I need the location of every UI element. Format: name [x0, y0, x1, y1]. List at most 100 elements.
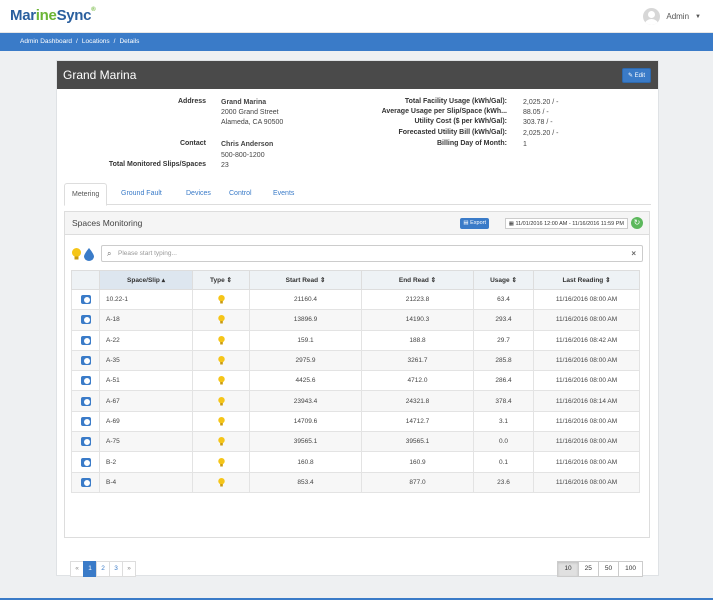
stat-value: 2,025.20 / - — [523, 130, 559, 137]
slips-value: 23 — [221, 162, 229, 169]
tab-ground-fault[interactable]: Ground Fault — [114, 183, 169, 205]
column-header-end-read[interactable]: End Read ⇕ — [361, 270, 474, 290]
end-read-cell: 14712.7 — [361, 410, 474, 433]
table-row[interactable]: A-69 14709.6 14712.7 3.1 11/16/2016 08:00 AM — [71, 410, 640, 433]
sort-icon: ⇕ — [319, 277, 326, 284]
usage-cell: 0.1 — [473, 451, 534, 473]
user-menu[interactable]: Admin ▼ — [643, 8, 701, 25]
prev-page-button[interactable]: « — [70, 561, 84, 577]
next-page-button[interactable]: » — [122, 561, 136, 577]
panel-title: Spaces Monitoring — [72, 218, 143, 228]
search-box: ⌕ × — [101, 245, 643, 262]
lightbulb-icon — [217, 376, 225, 385]
start-read-cell: 160.8 — [249, 451, 362, 473]
table-row[interactable]: A-67 23943.4 24321.8 378.4 11/16/2016 08:14 … — [71, 390, 640, 412]
user-name: Admin — [666, 12, 690, 21]
lightbulb-icon — [217, 295, 225, 304]
column-header-last-reading[interactable]: Last Reading ⇕ — [533, 270, 640, 290]
tab-metering[interactable]: Metering — [64, 183, 108, 206]
tab-devices[interactable]: Devices — [179, 183, 218, 205]
space-cell: A-18 — [99, 309, 193, 331]
export-button[interactable]: ▤ Export — [460, 218, 489, 229]
lightbulb-icon — [217, 356, 225, 365]
table-row[interactable]: 10.22-1 21160.4 21223.8 63.4 11/16/2016 08:0… — [71, 288, 640, 311]
address-line-3: Alameda, CA 90500 — [221, 119, 284, 126]
breadcrumb-admin-dashboard[interactable]: Admin Dashboard — [20, 38, 72, 45]
search-input[interactable] — [118, 248, 618, 259]
page-size-50[interactable]: 50 — [597, 561, 620, 577]
last-reading-cell: 11/16/2016 08:00 AM — [533, 288, 640, 311]
clear-icon[interactable]: × — [631, 249, 636, 258]
expand-row-icon[interactable] — [80, 335, 91, 345]
expand-column-header — [71, 270, 100, 290]
electric-filter-icon[interactable] — [71, 248, 82, 261]
page-size-100[interactable]: 100 — [618, 561, 643, 577]
page-button-3[interactable]: 3 — [109, 561, 123, 577]
start-read-cell: 23943.4 — [249, 390, 362, 412]
page-size-25[interactable]: 25 — [577, 561, 599, 577]
column-header-usage[interactable]: Usage ⇕ — [473, 270, 534, 290]
top-navbar: MarineSync® Admin ▼ — [0, 0, 713, 33]
sort-icon: ⇕ — [511, 277, 517, 284]
expand-row-icon[interactable] — [80, 396, 91, 406]
address-line-2: 2000 Grand Street — [221, 109, 279, 116]
last-reading-cell: 11/16/2016 08:00 AM — [533, 309, 640, 331]
table-row[interactable]: B-4 853.4 877.0 23.6 11/16/2016 08:00 AM — [71, 471, 640, 493]
type-cell — [192, 431, 250, 453]
expand-row-icon[interactable] — [80, 437, 91, 447]
end-read-cell: 4712.0 — [361, 370, 474, 392]
column-header-start-read[interactable]: Start Read ⇕ — [249, 270, 362, 290]
table-row[interactable]: A-75 39565.1 39565.1 0.0 11/16/2016 08:00 AM — [71, 431, 640, 453]
table-row[interactable]: A-18 13896.9 14190.3 293.4 11/16/2016 08:00 … — [71, 309, 640, 331]
start-read-cell: 159.1 — [249, 329, 362, 351]
last-reading-cell: 11/16/2016 08:00 AM — [533, 370, 640, 392]
page-button-1[interactable]: 1 — [83, 561, 97, 577]
expand-cell — [71, 288, 100, 311]
space-cell: A-22 — [99, 329, 193, 351]
usage-cell: 63.4 — [473, 288, 534, 311]
lightbulb-icon — [217, 437, 225, 446]
expand-row-icon[interactable] — [80, 477, 91, 487]
table-row[interactable]: A-22 159.1 188.8 29.7 11/16/2016 08:42 AM — [71, 329, 640, 351]
column-header-space[interactable]: Space/Slip ▴ — [99, 270, 193, 290]
page-size-10[interactable]: 10 — [557, 561, 579, 577]
expand-cell — [71, 349, 100, 372]
last-reading-cell: 11/16/2016 08:00 AM — [533, 431, 640, 453]
table-row[interactable]: B-2 160.8 160.9 0.1 11/16/2016 08:00 AM — [71, 451, 640, 473]
marinesync-logo[interactable]: MarineSync® — [10, 7, 96, 24]
last-reading-cell: 11/16/2016 08:00 AM — [533, 471, 640, 493]
expand-row-icon[interactable] — [80, 376, 91, 386]
tab-control[interactable]: Control — [222, 183, 259, 205]
expand-row-icon[interactable] — [80, 356, 91, 366]
space-cell: 10.22-1 — [99, 288, 193, 311]
expand-row-icon[interactable] — [80, 315, 91, 325]
edit-button[interactable]: ✎ Edit — [621, 68, 651, 83]
avatar — [643, 8, 661, 25]
refresh-icon[interactable]: ↻ — [631, 217, 643, 229]
last-reading-cell: 11/16/2016 08:14 AM — [533, 390, 640, 412]
expand-row-icon[interactable] — [80, 416, 91, 426]
page-button-2[interactable]: 2 — [96, 561, 110, 577]
usage-cell: 29.7 — [473, 329, 534, 351]
expand-row-icon[interactable] — [80, 457, 91, 467]
tab-events[interactable]: Events — [266, 183, 301, 205]
date-range-picker[interactable]: ▦ 11/01/2016 12:00 AM - 11/16/2016 11:59… — [504, 218, 628, 229]
page-title: Grand Marina — [63, 68, 137, 82]
sort-icon: ⇕ — [226, 277, 232, 284]
water-filter-icon[interactable] — [84, 248, 94, 261]
pencil-icon: ✎ — [627, 73, 635, 79]
table-row[interactable]: A-35 2975.9 3261.7 285.8 11/16/2016 08:00 AM — [71, 349, 640, 372]
last-reading-cell: 11/16/2016 08:00 AM — [533, 349, 640, 372]
last-reading-cell: 11/16/2016 08:00 AM — [533, 410, 640, 433]
table-row[interactable]: A-51 4425.6 4712.0 286.4 11/16/2016 08:00 AM — [71, 370, 640, 392]
end-read-cell: 14190.3 — [361, 309, 474, 331]
space-cell: A-75 — [99, 431, 193, 453]
space-cell: A-35 — [99, 349, 193, 372]
expand-row-icon[interactable] — [80, 295, 91, 305]
stat-label: Average Usage per Slip/Space (kWh... — [381, 108, 507, 115]
expand-cell — [71, 410, 100, 433]
expand-cell — [71, 471, 100, 493]
column-header-type[interactable]: Type ⇕ — [192, 270, 250, 290]
last-reading-cell: 11/16/2016 08:00 AM — [533, 451, 640, 473]
breadcrumb-locations[interactable]: Locations — [82, 38, 110, 45]
